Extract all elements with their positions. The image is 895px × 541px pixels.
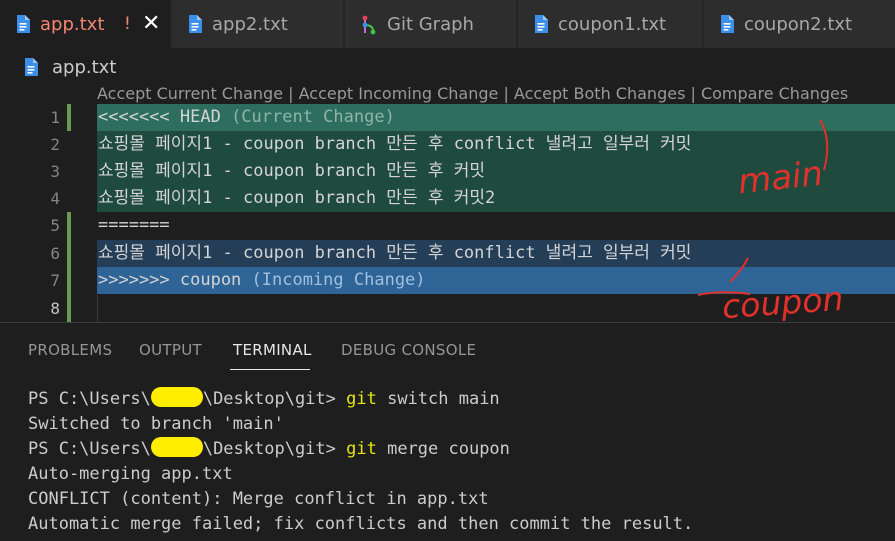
accept-incoming-change-link[interactable]: Accept Incoming Change xyxy=(299,84,499,103)
breadcrumb[interactable]: app.txt xyxy=(24,54,116,80)
file-icon xyxy=(24,58,38,76)
codelens-separator: | xyxy=(283,84,299,103)
command-args: merge coupon xyxy=(376,439,510,459)
compare-changes-link[interactable]: Compare Changes xyxy=(701,84,848,103)
prompt-prefix: PS C:\Users\ xyxy=(28,389,151,409)
file-icon xyxy=(534,15,548,33)
breadcrumb-file: app.txt xyxy=(52,56,117,78)
accept-current-change-link[interactable]: Accept Current Change xyxy=(97,84,283,103)
line-number: 5 xyxy=(50,216,60,235)
tab-coupon1-txt[interactable]: coupon1.txt xyxy=(518,0,703,48)
tab-output[interactable]: OUTPUT xyxy=(139,341,202,359)
conflict-marker: <<<<<<< HEAD xyxy=(98,107,221,127)
tab-git-graph[interactable]: Git Graph xyxy=(345,0,517,48)
codelens-separator: | xyxy=(685,84,701,103)
file-icon xyxy=(188,15,202,33)
tab-label: Git Graph xyxy=(387,13,474,35)
merge-codelens: Accept Current Change | Accept Incoming … xyxy=(97,84,848,103)
git-keyword: git xyxy=(346,389,377,409)
close-icon[interactable]: ✕ xyxy=(142,13,160,35)
line-number: 4 xyxy=(50,189,60,208)
terminal-output[interactable]: PS C:\Users\ \Desktop\git> git switch mai… xyxy=(28,387,693,537)
tab-debug-console[interactable]: DEBUG CONSOLE xyxy=(341,341,476,359)
terminal-line: Auto-merging app.txt xyxy=(28,464,233,484)
tab-terminal[interactable]: TERMINAL xyxy=(233,341,312,359)
prompt-suffix: \Desktop\git> xyxy=(202,439,347,459)
incoming-change-hint: (Incoming Change) xyxy=(241,270,426,290)
current-change-hint: (Current Change) xyxy=(220,107,395,127)
git-keyword: git xyxy=(346,439,377,459)
modified-indicator: ! xyxy=(124,14,131,34)
prompt-prefix: PS C:\Users\ xyxy=(28,439,151,459)
tab-coupon2-txt[interactable]: coupon2.txt xyxy=(704,0,895,48)
line-number: 6 xyxy=(50,244,60,263)
codelens-separator: | xyxy=(498,84,514,103)
terminal-line: Switched to branch 'main' xyxy=(28,414,284,434)
conflict-marker: >>>>>>> coupon xyxy=(98,270,242,290)
prompt-suffix: \Desktop\git> xyxy=(202,389,347,409)
bottom-panel: PROBLEMS OUTPUT TERMINAL DEBUG CONSOLE P… xyxy=(0,322,895,541)
tab-app2-txt[interactable]: app2.txt xyxy=(172,0,344,48)
git-graph-icon xyxy=(361,15,377,35)
line-number: 2 xyxy=(50,135,60,154)
tab-label: app2.txt xyxy=(212,13,288,35)
editor-tab-bar: app.txt ! ✕ app2.txt Git Graph coupon1.t… xyxy=(0,0,895,48)
file-icon xyxy=(16,15,30,33)
active-tab-indicator xyxy=(230,369,310,370)
tab-label: coupon2.txt xyxy=(744,13,853,35)
line-number: 1 xyxy=(50,108,60,127)
file-icon xyxy=(720,15,734,33)
redaction-mark xyxy=(150,387,203,407)
tab-label: app.txt xyxy=(40,13,105,35)
command-args: switch main xyxy=(376,389,500,409)
accept-both-changes-link[interactable]: Accept Both Changes xyxy=(514,84,685,103)
terminal-line: PS C:\Users\ \Desktop\git> git merge coup… xyxy=(28,437,693,462)
line-number: 8 xyxy=(50,299,60,318)
terminal-line: Automatic merge failed; fix conflicts an… xyxy=(28,514,694,534)
line-number: 7 xyxy=(50,271,60,290)
line-number: 3 xyxy=(50,162,60,181)
tab-app-txt[interactable]: app.txt ! ✕ xyxy=(0,0,171,48)
redaction-mark xyxy=(150,437,203,457)
terminal-line: CONFLICT (content): Merge conflict in ap… xyxy=(28,489,489,509)
terminal-line: PS C:\Users\ \Desktop\git> git switch mai… xyxy=(28,387,693,412)
tab-problems[interactable]: PROBLEMS xyxy=(28,341,112,359)
tab-label: coupon1.txt xyxy=(558,13,667,35)
